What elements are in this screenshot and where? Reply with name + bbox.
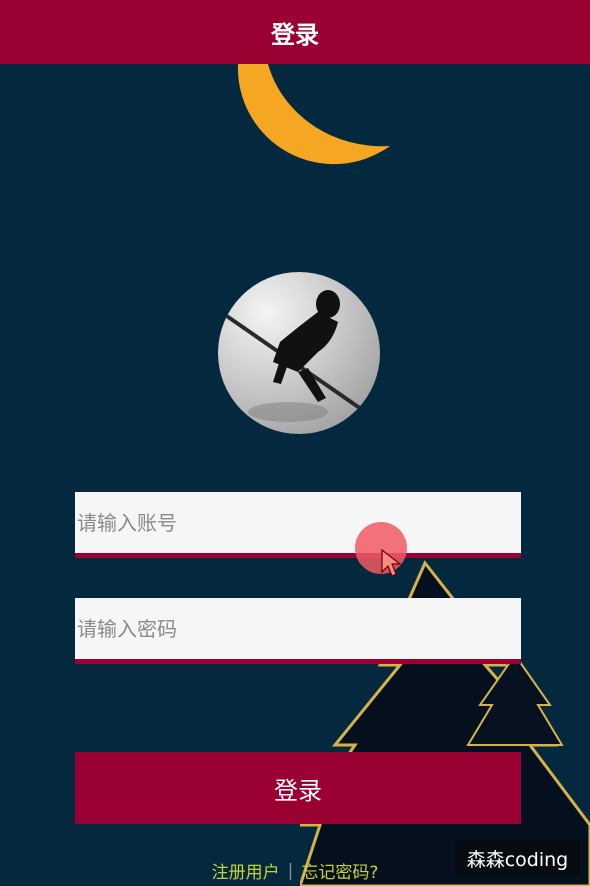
page-title: 登录: [271, 20, 319, 49]
cursor-icon: [381, 548, 402, 577]
login-button-label: 登录: [274, 776, 322, 805]
login-button[interactable]: 登录: [75, 752, 521, 824]
watermark-text: 森森coding: [466, 848, 569, 871]
moon-icon: [237, 64, 390, 165]
link-separator: |: [287, 860, 294, 881]
account-field-container: [75, 492, 523, 558]
forgot-password-link[interactable]: 忘记密码?: [301, 863, 378, 883]
register-link[interactable]: 注册用户: [212, 863, 280, 883]
avatar-image: [218, 290, 380, 424]
page-header: 登录: [0, 0, 590, 64]
password-field-container: [75, 598, 523, 664]
avatar: [218, 272, 380, 434]
password-input[interactable]: [75, 598, 523, 659]
watermark: 森森coding: [455, 840, 580, 876]
account-input[interactable]: [75, 492, 523, 553]
